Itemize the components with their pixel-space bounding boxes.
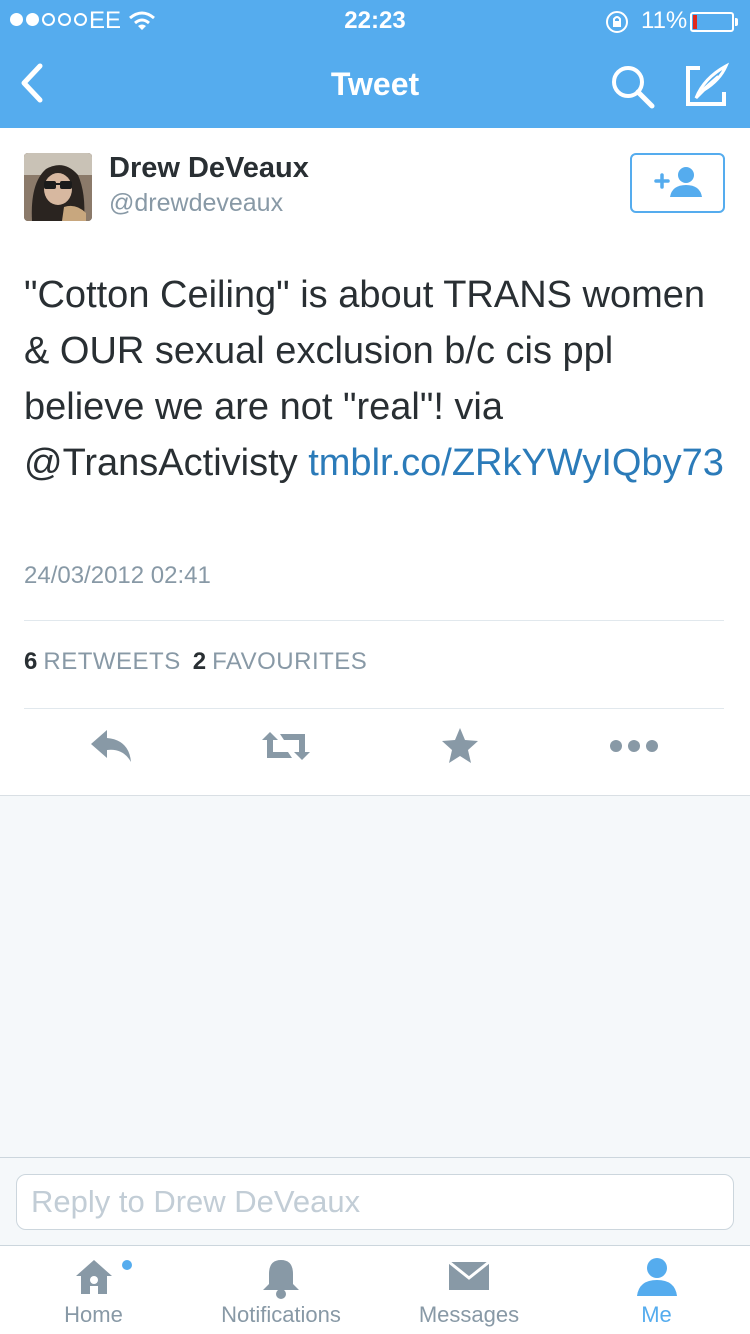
tab-me[interactable]: Me [563, 1246, 750, 1334]
app-header: EE 22:23 11% Tweet [0, 0, 750, 128]
home-icon [75, 1260, 112, 1294]
tweet-timestamp: 24/03/2012 02:41 [24, 562, 211, 589]
favourite-button[interactable] [430, 726, 490, 776]
retweet-icon [262, 732, 310, 760]
status-bar: EE 22:23 11% [0, 0, 750, 40]
chevron-left-icon [21, 63, 43, 103]
more-icon [610, 740, 658, 752]
tab-label: Messages [418, 1302, 520, 1327]
battery-percent: 11% [641, 7, 688, 34]
tweet-detail: Drew DeVeaux @drewdeveaux "Cotton Ceilin… [0, 128, 750, 796]
favourites-stat[interactable]: 2 FAVOURITES [193, 648, 380, 675]
notification-dot [122, 1260, 132, 1270]
follow-button[interactable] [630, 153, 725, 213]
tweet-stats: 6 RETWEETS 2 FAVOURITES [24, 648, 379, 676]
compose-icon [686, 62, 730, 106]
compose-button[interactable] [682, 60, 732, 110]
tab-notifications[interactable]: Notifications [187, 1246, 375, 1334]
divider [24, 708, 724, 709]
search-icon [612, 66, 655, 109]
favourites-count: 2 [192, 648, 207, 675]
nav-bar: Tweet [0, 40, 750, 128]
tab-label: Notifications [221, 1302, 341, 1327]
tweet-text: "Cotton Ceiling" is about TRANS women & … [24, 267, 724, 491]
rotation-lock-icon [604, 9, 630, 42]
retweet-button[interactable] [256, 726, 316, 776]
battery-icon [690, 12, 734, 32]
back-button[interactable] [12, 58, 52, 108]
add-user-icon [654, 167, 702, 197]
tab-messages[interactable]: Messages [375, 1246, 563, 1334]
reply-button[interactable] [82, 726, 142, 776]
tab-label: Home [64, 1302, 123, 1327]
envelope-icon [448, 1260, 490, 1290]
reply-input[interactable] [16, 1174, 734, 1230]
author-handle[interactable]: @drewdeveaux [109, 189, 283, 218]
search-button[interactable] [608, 62, 658, 112]
person-icon [636, 1258, 677, 1296]
retweets-count: 6 [24, 648, 38, 675]
status-time: 22:23 [344, 7, 406, 34]
star-icon [442, 728, 478, 763]
retweets-label: RETWEETS [43, 648, 181, 675]
more-button[interactable] [604, 726, 664, 776]
tweet-link[interactable]: tmblr.co/ZRkYWyIQby73 [308, 442, 724, 484]
reply-icon [91, 730, 131, 762]
retweets-stat[interactable]: 6 RETWEETS [24, 648, 193, 675]
tab-home[interactable]: Home [0, 1246, 187, 1334]
avatar[interactable] [24, 153, 92, 221]
bell-icon [263, 1260, 299, 1299]
tab-bar: Home Notifications Messages Me [0, 1245, 750, 1334]
reply-bar [0, 1157, 750, 1245]
author-name[interactable]: Drew DeVeaux [109, 152, 309, 185]
divider [24, 620, 724, 621]
tab-label: Me [641, 1302, 672, 1327]
favourites-label: FAVOURITES [212, 648, 368, 675]
